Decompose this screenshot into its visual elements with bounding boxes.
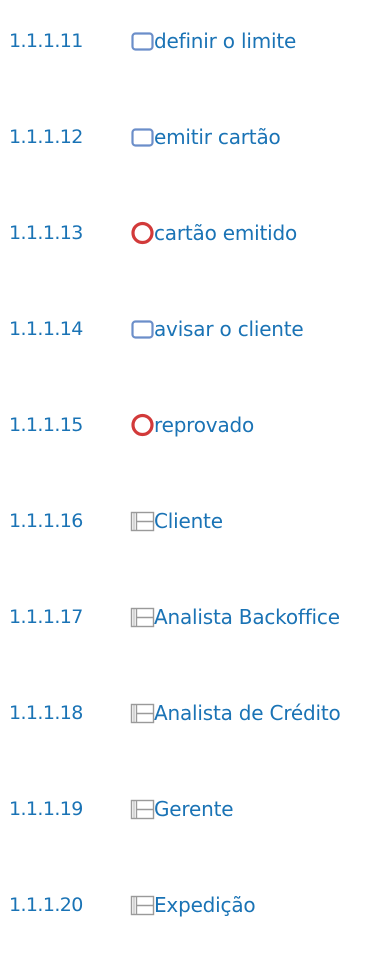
entry-label: Gerente	[154, 797, 234, 821]
entry-number: 1.1.1.16	[9, 510, 83, 532]
entry-label: avisar o cliente	[154, 317, 304, 341]
entry-label: emitir cartão	[154, 125, 281, 149]
entry-label: Analista de Crédito	[154, 701, 341, 725]
toc-entry[interactable]: 1.1.1.17 Analista Backoffice	[0, 597, 382, 637]
toc-entry[interactable]: 1.1.1.15 reprovado	[0, 405, 382, 445]
entry-number: 1.1.1.18	[9, 702, 83, 724]
lane-icon	[130, 700, 156, 726]
entry-number: 1.1.1.11	[9, 30, 83, 52]
entry-label: definir o limite	[154, 29, 297, 53]
toc-entry[interactable]: 1.1.1.11 definir o limite	[0, 21, 382, 61]
lane-icon	[130, 508, 156, 534]
toc-entry[interactable]: 1.1.1.16 Cliente	[0, 501, 382, 541]
task-icon	[130, 124, 156, 150]
entry-number: 1.1.1.15	[9, 414, 83, 436]
end-event-icon	[130, 220, 156, 246]
toc-entry[interactable]: 1.1.1.12 emitir cartão	[0, 117, 382, 157]
entry-label: Analista Backoffice	[154, 605, 340, 629]
lane-icon	[130, 796, 156, 822]
entry-label: Cliente	[154, 509, 223, 533]
entry-number: 1.1.1.19	[9, 798, 83, 820]
entry-label: reprovado	[154, 413, 255, 437]
toc-entry[interactable]: 1.1.1.13 cartão emitido	[0, 213, 382, 253]
lane-icon	[130, 604, 156, 630]
entry-label: Expedição	[154, 893, 256, 917]
entry-number: 1.1.1.14	[9, 318, 83, 340]
task-icon	[130, 316, 156, 342]
toc-entry[interactable]: 1.1.1.18 Analista de Crédito	[0, 693, 382, 733]
toc-entry[interactable]: 1.1.1.19 Gerente	[0, 789, 382, 829]
end-event-icon	[130, 412, 156, 438]
toc-entry[interactable]: 1.1.1.14 avisar o cliente	[0, 309, 382, 349]
toc-entry[interactable]: 1.1.1.20 Expedição	[0, 885, 382, 925]
task-icon	[130, 28, 156, 54]
lane-icon	[130, 892, 156, 918]
entry-number: 1.1.1.17	[9, 606, 83, 628]
entry-label: cartão emitido	[154, 221, 298, 245]
entry-number: 1.1.1.12	[9, 126, 83, 148]
entry-number: 1.1.1.20	[9, 894, 83, 916]
entry-number: 1.1.1.13	[9, 222, 83, 244]
